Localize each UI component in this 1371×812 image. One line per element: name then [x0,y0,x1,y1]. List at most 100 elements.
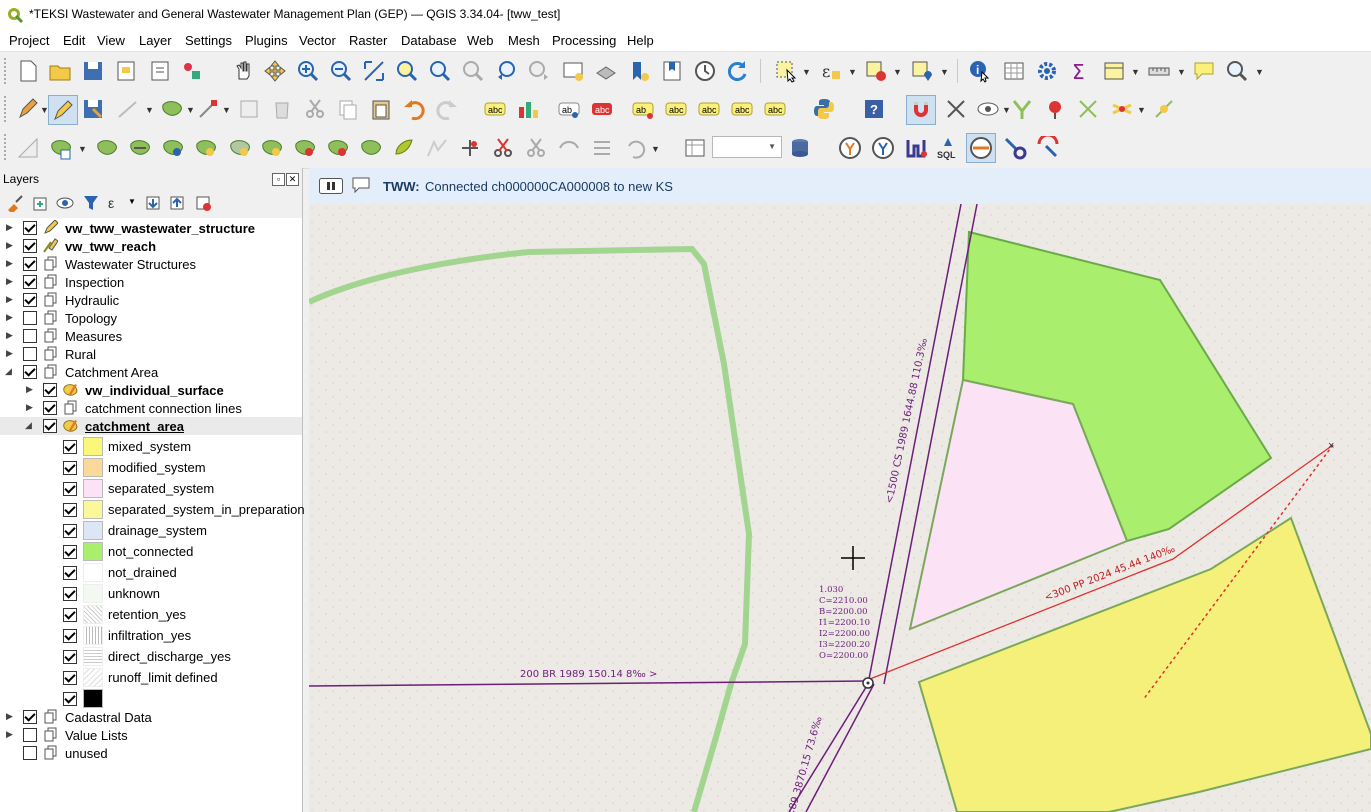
new-3d-view-icon[interactable] [594,59,618,83]
new-project-icon[interactable] [16,59,40,83]
statistical-summary-icon[interactable]: Σ [1068,59,1092,83]
expand-all-icon[interactable] [144,194,162,212]
highlight-pinned-labels-icon[interactable]: ab [557,97,581,121]
layer-checkbox[interactable] [23,311,37,325]
snapping-magnet-icon[interactable] [906,95,936,125]
zoom-full-icon[interactable] [362,59,386,83]
layer-item[interactable]: ▶ Value Lists [0,726,302,744]
legend-checkbox[interactable] [63,692,77,706]
select-features-icon[interactable] [774,59,798,83]
offset-point-symbols-icon[interactable] [491,136,515,160]
trim-extend-icon[interactable] [557,136,581,160]
chevron-down-icon[interactable]: ▼ [1255,67,1264,77]
layer-checkbox[interactable] [23,710,37,724]
select-by-expression-icon[interactable]: ε [818,59,842,83]
menu-database[interactable]: Database [401,33,457,48]
collapse-arrow-icon[interactable]: ◢ [5,366,15,377]
menu-layer[interactable]: Layer [139,33,172,48]
help-icon[interactable]: ? [862,97,886,121]
open-attribute-table-icon[interactable] [1002,59,1026,83]
show-bookmarks-icon[interactable] [660,59,684,83]
layer-checkbox[interactable] [23,221,37,235]
save-project-icon[interactable] [81,59,105,83]
layer-diagram-icon[interactable] [516,97,540,121]
database-icon[interactable] [788,136,812,160]
chevron-down-icon[interactable]: ▼ [1177,67,1186,77]
chevron-down-icon[interactable]: ▼ [186,105,195,115]
legend-item[interactable]: unknown [0,583,302,604]
trace-icon[interactable] [1043,97,1067,121]
layer-item[interactable]: ▶ Inspection [0,273,302,291]
legend-item[interactable]: retention_yes [0,604,302,625]
legend-checkbox[interactable] [63,461,77,475]
add-ring-icon[interactable] [49,136,73,160]
layer-checkbox[interactable] [23,293,37,307]
expand-arrow-icon[interactable]: ▶ [26,384,36,395]
zoom-out-icon[interactable] [329,59,353,83]
zoom-layer-icon[interactable] [428,59,452,83]
expand-arrow-icon[interactable]: ▶ [6,240,16,251]
scale-select[interactable]: ▼ [712,136,782,158]
menu-project[interactable]: Project [9,33,49,48]
collapse-all-icon[interactable] [168,194,186,212]
legend-item[interactable]: infiltration_yes [0,625,302,646]
expand-arrow-icon[interactable]: ▶ [6,729,16,740]
reshape-icon[interactable] [260,136,284,160]
current-edits-icon[interactable] [16,97,40,121]
change-label-icon[interactable]: abc [763,97,787,121]
save-layer-edits-icon[interactable] [81,97,105,121]
legend-item[interactable]: separated_system [0,478,302,499]
chevron-down-icon[interactable]: ▼ [78,144,87,154]
delete-selected-icon[interactable] [270,97,294,121]
chevron-down-icon[interactable]: ▼ [222,105,231,115]
menu-web[interactable]: Web [467,33,494,48]
rotate-icon[interactable] [623,136,647,160]
map-tips-icon[interactable] [1192,59,1216,83]
deselect-all-icon[interactable] [864,59,888,83]
show-hide-labels-icon[interactable]: abc [664,97,688,121]
processing-toolbox-icon[interactable] [1035,59,1059,83]
temporal-controller-icon[interactable] [693,59,717,83]
topological-editing-icon[interactable] [976,97,1000,121]
locator-search-icon[interactable] [1225,59,1249,83]
expand-arrow-icon[interactable]: ▶ [6,276,16,287]
chevron-down-icon[interactable]: ▼ [1131,67,1140,77]
copy-features-icon[interactable] [336,97,360,121]
identify-icon[interactable]: i [968,59,992,83]
new-map-view-icon[interactable] [561,59,585,83]
toolbar-grip[interactable] [4,134,9,160]
filter-legend-icon[interactable] [82,194,100,212]
tww-profile-icon[interactable] [904,136,928,160]
style-manager-icon[interactable] [180,59,204,83]
undo-icon[interactable] [402,97,426,121]
legend-checkbox[interactable] [63,545,77,559]
layer-checkbox[interactable] [23,275,37,289]
legend-checkbox[interactable] [63,671,77,685]
align-icon[interactable] [590,136,614,160]
menu-plugins[interactable]: Plugins [245,33,288,48]
layer-item-selected[interactable]: ◢ catchment_area [0,417,302,435]
chevron-down-icon[interactable]: ▼ [848,67,857,77]
delete-ring-icon[interactable] [194,136,218,160]
layer-checkbox[interactable] [23,329,37,343]
menu-vector[interactable]: Vector [299,33,336,48]
python-console-icon[interactable] [812,97,836,121]
layer-item[interactable]: ▶ Measures [0,327,302,345]
menu-raster[interactable]: Raster [349,33,387,48]
open-styling-icon[interactable] [6,194,24,212]
legend-checkbox[interactable] [63,587,77,601]
menu-mesh[interactable]: Mesh [508,33,540,48]
legend-item[interactable]: modified_system [0,457,302,478]
chevron-down-icon[interactable]: ▼ [145,105,154,115]
layer-item[interactable]: ▶ vw_tww_reach [0,237,302,255]
measure-line-icon[interactable] [1147,59,1171,83]
reverse-line-icon[interactable] [524,136,548,160]
chevron-down-icon[interactable]: ▼ [940,67,949,77]
zoom-next-icon[interactable] [527,59,551,83]
menu-view[interactable]: View [97,33,125,48]
rotate-label-icon[interactable]: abc [730,97,754,121]
expand-arrow-icon[interactable]: ▶ [6,294,16,305]
field-calculator-icon[interactable] [1102,59,1126,83]
snap-intersection-icon[interactable] [1010,97,1034,121]
legend-checkbox[interactable] [63,650,77,664]
